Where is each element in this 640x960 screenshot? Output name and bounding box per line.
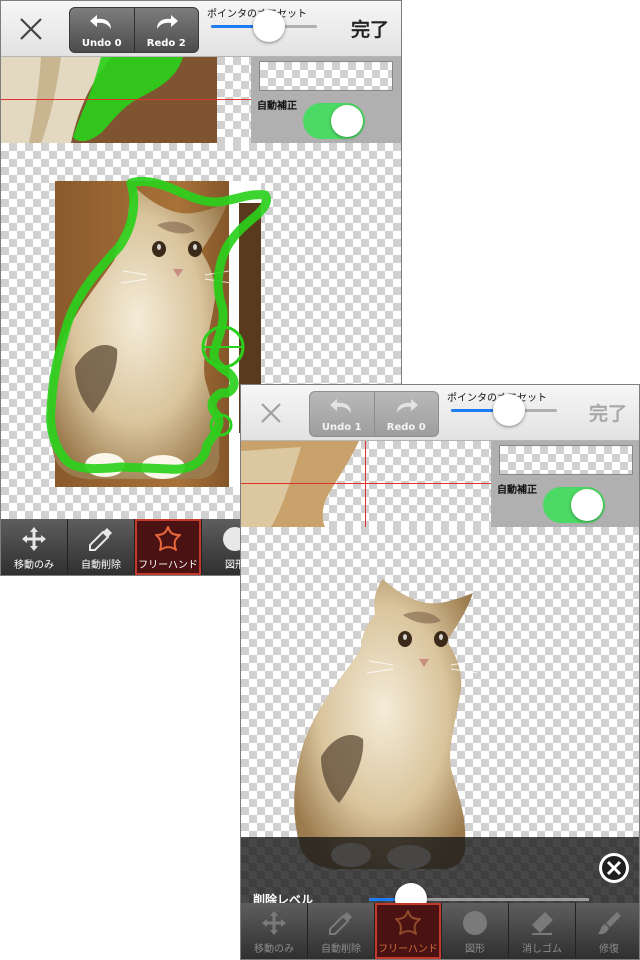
dropper-icon xyxy=(329,912,352,935)
zoom-view xyxy=(1,57,251,143)
tool-label: 図形 xyxy=(465,944,485,955)
delete-level-panel: 削除レベル xyxy=(241,837,639,915)
toggle-knob xyxy=(331,105,363,137)
done-button[interactable]: 完了 xyxy=(589,399,627,426)
tool-move[interactable]: 移動のみ xyxy=(1,519,68,575)
redo-label: Redo 0 xyxy=(386,422,426,433)
delete-level-slider[interactable] xyxy=(369,883,589,915)
undo-label: Undo 1 xyxy=(321,422,362,433)
redo-label: Redo 2 xyxy=(146,38,186,49)
undo-arrow-icon xyxy=(329,399,351,413)
tool-label: 修復 xyxy=(599,944,619,955)
tool-shape[interactable]: 図形 xyxy=(442,903,509,959)
tool-label: 移動のみ xyxy=(254,944,294,955)
zoom-photo xyxy=(1,57,217,143)
mini-preview xyxy=(499,445,633,475)
editor-screen-after: Undo 1 Redo 0 ポインタのオフセット 完了 xyxy=(240,384,640,960)
redo-arrow-icon xyxy=(157,15,179,29)
tool-freehand[interactable]: フリーハンド xyxy=(375,903,442,959)
tool-eraser[interactable]: 消しゴム xyxy=(509,903,576,959)
tool-auto-delete[interactable]: 自動削除 xyxy=(68,519,135,575)
slider-thumb[interactable] xyxy=(493,394,526,426)
undo-button[interactable]: Undo 1 xyxy=(310,392,374,436)
done-button[interactable]: 完了 xyxy=(351,15,389,42)
tool-label: フリーハンド xyxy=(138,560,198,571)
star-icon xyxy=(395,910,421,935)
top-bar: Undo 1 Redo 0 ポインタのオフセット 完了 xyxy=(241,385,639,441)
preview-row: 自動補正 xyxy=(241,441,639,527)
redo-arrow-icon xyxy=(397,399,419,413)
side-panel: 自動補正 xyxy=(491,441,639,527)
tool-label: フリーハンド xyxy=(378,944,438,955)
auto-correct-toggle[interactable] xyxy=(303,103,365,139)
auto-correct-label: 自動補正 xyxy=(257,101,297,112)
undo-redo-group: Undo 1 Redo 0 xyxy=(309,391,439,437)
dropper-icon xyxy=(89,528,112,551)
tool-label: 移動のみ xyxy=(14,560,54,571)
undo-button[interactable]: Undo 0 xyxy=(70,8,134,52)
tool-repair[interactable]: 修復 xyxy=(576,903,639,959)
tool-label: 自動削除 xyxy=(81,560,121,571)
pointer-offset-slider[interactable] xyxy=(211,10,317,42)
zoom-photo xyxy=(241,441,359,527)
redo-button[interactable]: Redo 0 xyxy=(373,392,439,436)
crosshair-horizontal xyxy=(1,99,251,100)
close-circle-icon[interactable] xyxy=(597,851,631,885)
tool-auto-delete[interactable]: 自動削除 xyxy=(308,903,375,959)
slider-thumb[interactable] xyxy=(253,10,286,42)
tool-bar: 移動のみ 自動削除 フリーハンド 図形 消しゴム 修復 xyxy=(241,903,639,959)
shape-icon xyxy=(463,911,487,935)
brush-icon xyxy=(598,912,621,935)
undo-arrow-icon xyxy=(89,15,111,29)
undo-label: Undo 0 xyxy=(81,38,122,49)
top-bar: Undo 0 Redo 2 ポインタのオフセット 完了 xyxy=(1,1,401,57)
preview-row: 自動補正 xyxy=(1,57,401,143)
tool-label: 自動削除 xyxy=(321,944,361,955)
zoom-view xyxy=(241,441,491,527)
crosshair-horizontal xyxy=(241,483,491,484)
eraser-icon xyxy=(532,912,553,935)
tool-label: 消しゴム xyxy=(522,944,562,955)
crosshair-vertical xyxy=(365,441,366,527)
auto-correct-label: 自動補正 xyxy=(497,485,537,496)
redo-button[interactable]: Redo 2 xyxy=(133,8,199,52)
move-icon xyxy=(22,527,46,551)
undo-redo-group: Undo 0 Redo 2 xyxy=(69,7,199,53)
tool-freehand[interactable]: フリーハンド xyxy=(135,519,202,575)
move-icon xyxy=(262,911,286,935)
close-icon[interactable] xyxy=(253,395,289,431)
tool-move[interactable]: 移動のみ xyxy=(241,903,308,959)
side-panel: 自動補正 xyxy=(251,57,401,143)
toggle-knob xyxy=(571,489,603,521)
auto-correct-toggle[interactable] xyxy=(543,487,605,523)
pointer-offset-slider[interactable] xyxy=(451,394,557,426)
star-icon xyxy=(155,526,181,551)
mini-preview xyxy=(259,61,393,91)
close-icon[interactable] xyxy=(13,11,49,47)
